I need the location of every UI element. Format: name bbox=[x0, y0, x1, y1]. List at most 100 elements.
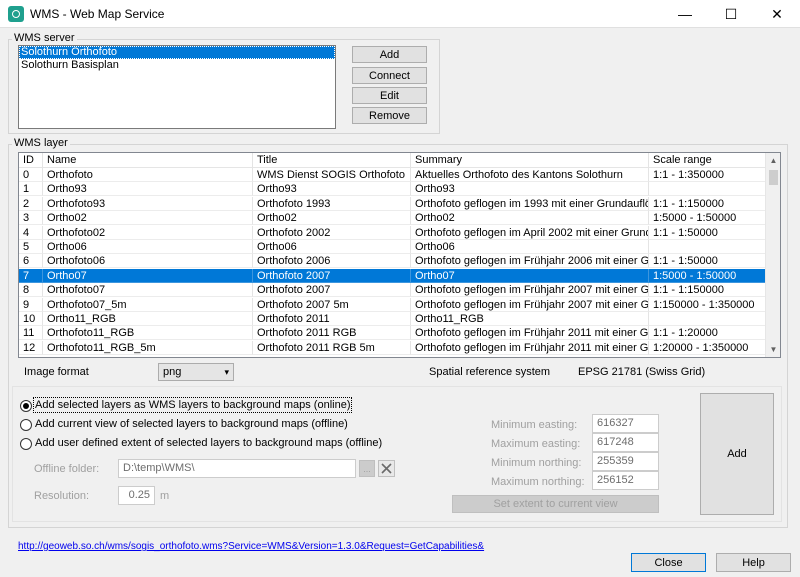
table-cell: Orthofoto 2007 5m bbox=[253, 297, 411, 312]
table-scrollbar[interactable]: ▲ ▼ bbox=[765, 153, 780, 357]
close-window-button[interactable]: ✕ bbox=[754, 0, 800, 28]
wms-layer-table[interactable]: ID Name Title Summary Scale range 0 Orthofoto… bbox=[18, 152, 781, 358]
table-row[interactable]: 10 Ortho11_RGB Orthofoto 2011 Ortho11_RGB bbox=[19, 312, 767, 326]
table-row[interactable]: 9 Orthofoto07_5m Orthofoto 2007 5m Orthofot… bbox=[19, 297, 767, 312]
table-cell: Ortho93 bbox=[411, 182, 649, 197]
table-row[interactable]: 11 Orthofoto11_RGB Orthofoto 2011 RGB Ortho… bbox=[19, 326, 767, 341]
table-cell: Ortho11_RGB bbox=[411, 312, 649, 326]
table-cell: Orthofoto07 bbox=[43, 283, 253, 298]
table-cell: Orthofoto07_5m bbox=[43, 297, 253, 312]
table-cell: 1:1 - 1:20000 bbox=[649, 326, 766, 341]
radio-online[interactable] bbox=[20, 400, 32, 412]
table-cell: WMS Dienst SOGIS Orthofoto bbox=[253, 168, 411, 182]
column-header[interactable]: ID bbox=[19, 153, 43, 168]
clear-folder-button[interactable] bbox=[378, 460, 395, 477]
add-server-button[interactable]: Add bbox=[352, 46, 427, 63]
clear-x-icon bbox=[381, 463, 392, 474]
table-cell: Ortho93 bbox=[253, 182, 411, 197]
table-cell: Orthofoto06 bbox=[43, 254, 253, 269]
radio-current-view[interactable] bbox=[20, 419, 32, 431]
radio-user-extent-label[interactable]: Add user defined extent of selected laye… bbox=[35, 437, 382, 449]
browse-folder-button[interactable]: ... bbox=[359, 460, 375, 477]
min-northing-input[interactable]: 255359 bbox=[592, 452, 659, 471]
table-cell: Orthofoto 2011 RGB bbox=[253, 326, 411, 341]
column-header[interactable]: Summary bbox=[411, 153, 649, 168]
table-cell: 11 bbox=[19, 326, 43, 341]
set-extent-button[interactable]: Set extent to current view bbox=[452, 495, 659, 513]
max-easting-input[interactable]: 617248 bbox=[592, 433, 659, 452]
min-easting-input[interactable]: 616327 bbox=[592, 414, 659, 433]
add-layers-button[interactable]: Add bbox=[700, 393, 774, 515]
table-cell: 8 bbox=[19, 283, 43, 298]
table-row[interactable]: 4 Orthofoto02 Orthofoto 2002 Orthofoto gefl… bbox=[19, 225, 767, 240]
wms-server-list[interactable]: Solothurn Orthofoto Solothurn Basisplan bbox=[18, 45, 336, 129]
table-cell: 1:150000 - 1:350000 bbox=[649, 297, 766, 312]
table-row[interactable]: 0 Orthofoto WMS Dienst SOGIS Orthofoto Aktu… bbox=[19, 168, 767, 182]
table-row[interactable]: 2 Orthofoto93 Orthofoto 1993 Orthofoto gefl… bbox=[19, 196, 767, 211]
table-cell: 10 bbox=[19, 312, 43, 326]
table-cell bbox=[649, 182, 766, 197]
min-easting-label: Minimum easting: bbox=[491, 419, 578, 431]
title-bar: WMS - Web Map Service — ☐ ✕ bbox=[0, 0, 800, 28]
table-header: ID Name Title Summary Scale range bbox=[19, 153, 767, 168]
help-button[interactable]: Help bbox=[716, 553, 791, 572]
table-row[interactable]: 3 Ortho02 Ortho02 Ortho02 1:5000 - 1:50000 bbox=[19, 211, 767, 226]
list-item[interactable]: Solothurn Orthofoto bbox=[19, 46, 335, 59]
table-cell: Orthofoto geflogen im April 2002 mit ein… bbox=[411, 225, 649, 240]
max-northing-label: Maximum northing: bbox=[491, 476, 585, 488]
maximize-button[interactable]: ☐ bbox=[708, 0, 754, 28]
srs-label: Spatial reference system bbox=[429, 366, 551, 378]
table-cell: Orthofoto 2007 bbox=[253, 283, 411, 298]
table-row[interactable]: 12 Orthofoto11_RGB_5m Orthofoto 2011 RGB 5… bbox=[19, 340, 767, 355]
table-cell: Orthofoto 2002 bbox=[253, 225, 411, 240]
table-cell: 1:1 - 1:350000 bbox=[649, 168, 766, 182]
scroll-down-icon[interactable]: ▼ bbox=[766, 342, 780, 357]
table-cell: Orthofoto 2011 RGB 5m bbox=[253, 340, 411, 355]
table-cell: Ortho02 bbox=[411, 211, 649, 226]
table-row[interactable]: 7 Ortho07 Orthofoto 2007 Ortho07 1:5000 - 1:… bbox=[19, 268, 767, 283]
table-cell: Orthofoto geflogen im Frühjahr 2011 mit … bbox=[411, 326, 649, 341]
column-header[interactable]: Title bbox=[253, 153, 411, 168]
close-button[interactable]: Close bbox=[631, 553, 706, 572]
table-cell: Ortho02 bbox=[43, 211, 253, 226]
minimize-button[interactable]: — bbox=[662, 0, 708, 28]
table-cell: Ortho06 bbox=[43, 240, 253, 254]
image-format-select[interactable]: png ▾ bbox=[158, 363, 234, 381]
edit-server-button[interactable]: Edit bbox=[352, 87, 427, 104]
table-cell: Orthofoto02 bbox=[43, 225, 253, 240]
radio-online-label[interactable]: Add selected layers as WMS layers to bac… bbox=[32, 397, 353, 413]
table-row[interactable]: 1 Ortho93 Ortho93 Ortho93 bbox=[19, 182, 767, 197]
scroll-up-icon[interactable]: ▲ bbox=[766, 153, 780, 168]
scroll-thumb[interactable] bbox=[769, 170, 778, 185]
wms-layer-group-label: WMS layer bbox=[12, 137, 70, 149]
table-cell: Orthofoto 2011 bbox=[253, 312, 411, 326]
max-northing-input[interactable]: 256152 bbox=[592, 471, 659, 490]
column-header[interactable]: Name bbox=[43, 153, 253, 168]
resolution-unit: m bbox=[160, 490, 170, 502]
table-cell: Orthofoto 2007 bbox=[253, 268, 411, 283]
table-cell: 5 bbox=[19, 240, 43, 254]
radio-current-view-label[interactable]: Add current view of selected layers to b… bbox=[35, 418, 348, 430]
table-cell: 1:1 - 1:50000 bbox=[649, 225, 766, 240]
resolution-input[interactable]: 0.25 bbox=[118, 486, 155, 505]
max-easting-label: Maximum easting: bbox=[491, 438, 581, 450]
column-header[interactable]: Scale range bbox=[649, 153, 766, 168]
table-row[interactable]: 8 Orthofoto07 Orthofoto 2007 Orthofoto gefl… bbox=[19, 283, 767, 298]
list-item[interactable]: Solothurn Basisplan bbox=[19, 59, 335, 72]
table-cell: Orthofoto geflogen im Frühjahr 2006 mit … bbox=[411, 254, 649, 269]
table-cell: 2 bbox=[19, 196, 43, 211]
table-row[interactable]: 5 Ortho06 Ortho06 Ortho06 bbox=[19, 240, 767, 254]
table-cell: Ortho11_RGB bbox=[43, 312, 253, 326]
remove-server-button[interactable]: Remove bbox=[352, 107, 427, 124]
table-row[interactable]: 6 Orthofoto06 Orthofoto 2006 Orthofoto gefl… bbox=[19, 254, 767, 269]
table-cell: 12 bbox=[19, 340, 43, 355]
table-cell: 4 bbox=[19, 225, 43, 240]
connect-server-button[interactable]: Connect bbox=[352, 67, 427, 84]
table-cell: 7 bbox=[19, 268, 43, 283]
capabilities-url-link[interactable]: http://geoweb.so.ch/wms/sogis_orthofoto.… bbox=[18, 541, 484, 552]
radio-user-extent[interactable] bbox=[20, 438, 32, 450]
resolution-label: Resolution: bbox=[34, 490, 90, 502]
offline-folder-input[interactable]: D:\temp\WMS\ bbox=[118, 459, 356, 478]
table-cell: Ortho07 bbox=[411, 268, 649, 283]
table-cell: 1:1 - 1:150000 bbox=[649, 283, 766, 298]
